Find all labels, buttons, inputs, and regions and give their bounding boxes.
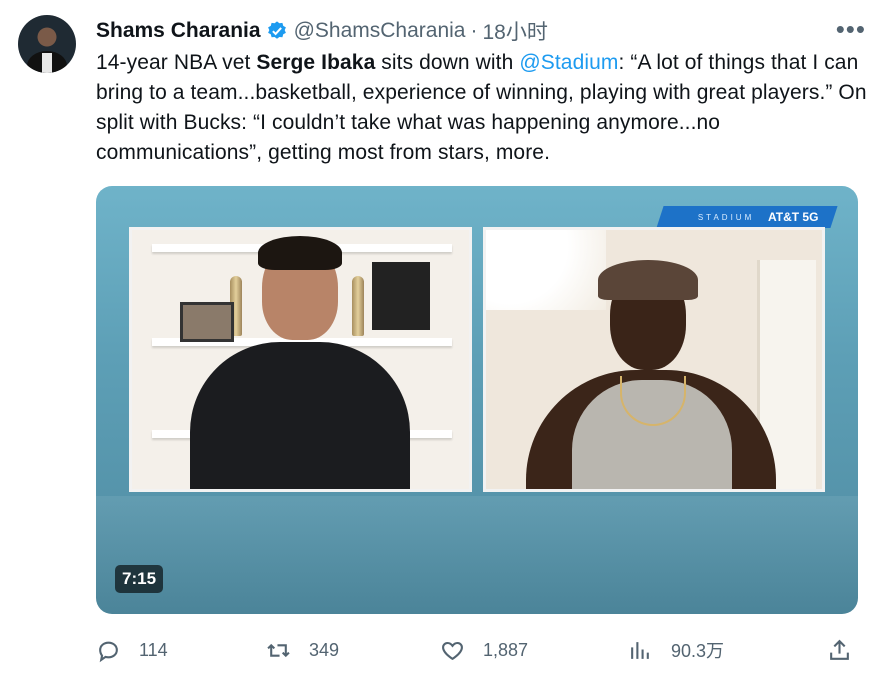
host-body [190,342,410,489]
views-icon [631,641,649,659]
video-panel-guest [483,227,825,492]
verified-icon [267,21,286,39]
tweet-text-bold: Serge Ibaka [256,51,376,74]
separator-dot: · [470,19,478,42]
tweet-text: 14-year NBA vet Serge Ibaka sits down wi… [96,48,871,168]
like-icon [442,641,463,660]
timestamp[interactable]: 18小时 [482,16,547,46]
mention-link[interactable]: @Stadium [519,51,618,74]
att-logo: AT&T 5G [768,210,819,224]
action-bar: 114 349 1,887 90.3万 [96,633,856,667]
video-brand-bar: STADIUM AT&T 5G [656,206,838,228]
retweet-count: 349 [309,639,340,660]
more-icon[interactable]: ••• [836,16,866,42]
reply-button[interactable]: 114 [96,633,168,667]
like-count: 1,887 [483,639,529,660]
reply-count: 114 [139,639,168,660]
avatar-shirt [42,53,52,73]
retweet-button[interactable]: 349 [266,633,339,667]
desk-surface [96,496,858,614]
photo-frame [180,302,234,342]
video-player[interactable]: STADIUM AT&T 5G 7:15 [96,186,858,614]
stadium-logo: STADIUM [698,212,755,222]
host-hair [258,236,342,270]
video-duration: 7:15 [115,565,164,593]
guest-cap [598,260,698,300]
video-panel-host [129,227,472,492]
window-light [486,230,606,310]
tweet-text-part: 14-year NBA vet [96,51,257,74]
avatar[interactable] [18,15,76,73]
share-icon [830,639,849,660]
book [372,262,430,330]
like-button[interactable]: 1,887 [440,633,528,667]
trophy [352,276,364,336]
author-name[interactable]: Shams Charania [96,19,261,43]
share-button[interactable] [827,633,870,667]
views-button[interactable]: 90.3万 [628,633,724,667]
tweet-text-part: sits down with [375,51,520,74]
tweet-header: Shams Charania @ShamsCharania · 18小时 ••• [96,15,866,47]
retweet-icon [267,643,290,657]
author-handle[interactable]: @ShamsCharania [294,19,466,43]
views-count: 90.3万 [671,641,725,661]
reply-icon [99,641,118,662]
